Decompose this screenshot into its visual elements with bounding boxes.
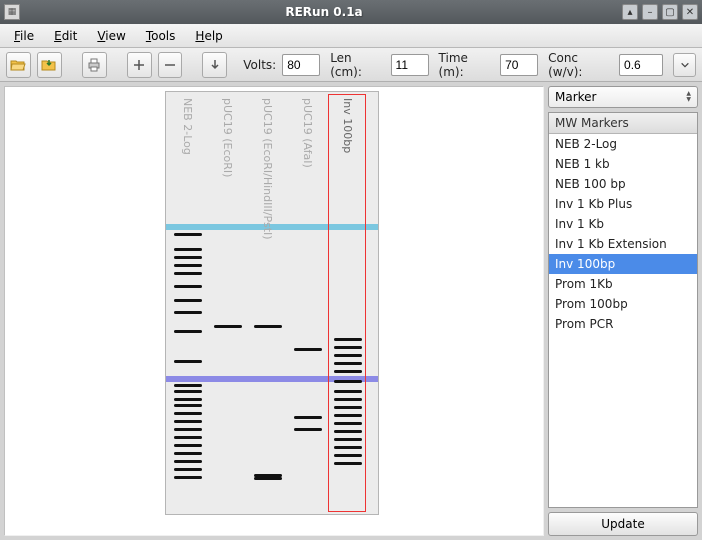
lane-label: pUC19 (EcoRI) — [221, 98, 234, 177]
gel-band — [174, 384, 202, 387]
gel-lane[interactable]: pUC19 (EcoRI/HindIII/PstI) — [250, 98, 286, 508]
chevron-down-icon — [680, 60, 690, 70]
open-button[interactable] — [6, 52, 31, 78]
gel-band — [254, 325, 282, 328]
updown-icon: ▲▼ — [686, 91, 691, 103]
gel-band — [174, 452, 202, 455]
folder-open-icon — [10, 57, 26, 73]
time-input[interactable] — [500, 54, 538, 76]
list-item[interactable]: NEB 100 bp — [549, 174, 697, 194]
gel-band — [174, 398, 202, 401]
window-title: RERun 0.1a — [26, 5, 622, 19]
gel-band — [294, 428, 322, 431]
gel-band — [174, 404, 202, 407]
len-label: Len (cm): — [330, 51, 384, 79]
gel-band — [174, 436, 202, 439]
toolbar: Volts: Len (cm): Time (m): Conc (w/v): — [0, 48, 702, 82]
gel-lane[interactable]: pUC19 (EcoRI) — [210, 98, 246, 508]
save-folder-icon — [41, 57, 57, 73]
window-controls: ▴ – ▢ ✕ — [622, 4, 698, 20]
arrow-down-icon — [207, 57, 223, 73]
len-input[interactable] — [391, 54, 429, 76]
gel-band — [174, 330, 202, 333]
titlebar: ▦ RERun 0.1a ▴ – ▢ ✕ — [0, 0, 702, 24]
lane-label: pUC19 (EcoRI/HindIII/PstI) — [261, 98, 274, 240]
gel-band — [174, 360, 202, 363]
menu-file[interactable]: File — [6, 26, 42, 46]
minus-icon — [162, 57, 178, 73]
gel-band — [174, 264, 202, 267]
gel-band — [174, 412, 202, 415]
lane-selection-box — [328, 94, 366, 512]
gel-viewer[interactable]: NEB 2-Log pUC19 (EcoRI) pUC19 (EcoRI/HindI… — [4, 86, 544, 536]
category-combo[interactable]: Marker ▲▼ — [548, 86, 698, 108]
print-button[interactable] — [82, 52, 107, 78]
menubar: File Edit View Tools Help — [0, 24, 702, 48]
gel-lane[interactable]: pUC19 (AfaI) — [290, 98, 326, 508]
gel-lane[interactable]: NEB 2-Log — [170, 98, 206, 508]
volts-input[interactable] — [282, 54, 320, 76]
list-header: MW Markers — [549, 113, 697, 134]
list-item[interactable]: Inv 1 Kb Extension — [549, 234, 697, 254]
time-label: Time (m): — [439, 51, 495, 79]
lane-label: NEB 2-Log — [181, 98, 194, 155]
list-item[interactable]: NEB 2-Log — [549, 134, 697, 154]
remove-button[interactable] — [158, 52, 183, 78]
conc-label: Conc (w/v): — [548, 51, 613, 79]
toolbar-menu-toggle[interactable] — [673, 53, 696, 77]
gel-band — [294, 348, 322, 351]
list-item[interactable]: NEB 1 kb — [549, 154, 697, 174]
list-item[interactable]: Inv 1 Kb — [549, 214, 697, 234]
minimize-icon[interactable]: – — [642, 4, 658, 20]
gel-band — [174, 248, 202, 251]
printer-icon — [86, 57, 102, 73]
update-button[interactable]: Update — [548, 512, 698, 536]
list-item[interactable]: Inv 100bp — [549, 254, 697, 274]
list-item[interactable]: Inv 1 Kb Plus — [549, 194, 697, 214]
gel-band — [174, 233, 202, 236]
maximize-icon[interactable]: ▢ — [662, 4, 678, 20]
menu-tools[interactable]: Tools — [138, 26, 184, 46]
add-button[interactable] — [127, 52, 152, 78]
menu-view[interactable]: View — [89, 26, 133, 46]
gel-band — [174, 476, 202, 479]
run-button[interactable] — [202, 52, 227, 78]
list-item[interactable]: Prom 1Kb — [549, 274, 697, 294]
app-icon: ▦ — [4, 4, 20, 20]
conc-input[interactable] — [619, 54, 663, 76]
menu-help[interactable]: Help — [187, 26, 230, 46]
gel-band — [174, 420, 202, 423]
close-icon[interactable]: ✕ — [682, 4, 698, 20]
content-area: NEB 2-Log pUC19 (EcoRI) pUC19 (EcoRI/HindI… — [0, 82, 702, 540]
gel-band — [174, 311, 202, 314]
volts-label: Volts: — [243, 58, 276, 72]
gel-image: NEB 2-Log pUC19 (EcoRI) pUC19 (EcoRI/HindI… — [165, 91, 379, 515]
gel-band — [174, 299, 202, 302]
plus-icon — [131, 57, 147, 73]
gel-band — [174, 285, 202, 288]
gel-band — [174, 256, 202, 259]
rollup-icon[interactable]: ▴ — [622, 4, 638, 20]
gel-band — [174, 272, 202, 275]
update-label: Update — [601, 517, 644, 531]
gel-band — [174, 444, 202, 447]
gel-band — [294, 416, 322, 419]
gel-band — [174, 428, 202, 431]
save-button[interactable] — [37, 52, 62, 78]
list-item[interactable]: Prom PCR — [549, 314, 697, 334]
marker-listbox[interactable]: MW Markers NEB 2-LogNEB 1 kbNEB 100 bpIn… — [548, 112, 698, 508]
lane-label: pUC19 (AfaI) — [301, 98, 314, 168]
list-item[interactable]: Prom 100bp — [549, 294, 697, 314]
gel-band — [254, 477, 282, 480]
side-panel: Marker ▲▼ MW Markers NEB 2-LogNEB 1 kbNE… — [548, 86, 698, 536]
gel-band — [174, 460, 202, 463]
gel-band — [174, 390, 202, 393]
gel-band — [214, 325, 242, 328]
menu-edit[interactable]: Edit — [46, 26, 85, 46]
combo-value: Marker — [555, 90, 596, 104]
gel-band — [174, 468, 202, 471]
